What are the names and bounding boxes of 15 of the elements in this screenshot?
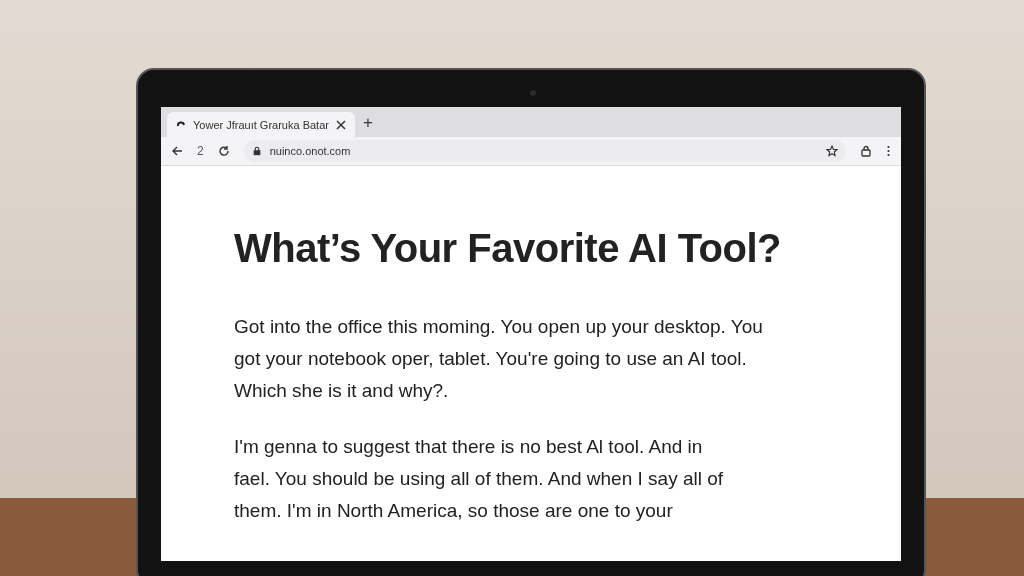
new-tab-button[interactable]: + [362, 113, 373, 131]
back-arrow-icon[interactable] [171, 145, 183, 157]
menu-icon[interactable] [886, 145, 891, 157]
article-paragraph: I'm genna to suggest that there is no best Al tool. And in fael. You should be using all of them. And when I say all of them. I'm in North America, so those are one to your [234, 435, 725, 523]
browser-tab[interactable]: Yower Jfrauıt Graruka Batar [167, 112, 355, 137]
article-paragraph: Got into the office this moming. You open up your desktop. You got your notebook oper, tablet. You're going to use an AI tool. Which she is it and why?. [234, 315, 764, 403]
reload-icon[interactable] [217, 145, 230, 157]
article-title: What’s Your Favorite AI Tool? [234, 226, 782, 271]
lock-icon [251, 146, 262, 156]
lock-icon[interactable] [860, 145, 872, 157]
star-icon[interactable] [826, 145, 838, 157]
close-icon[interactable] [334, 118, 347, 131]
address-field[interactable]: nuinco.onot.com [243, 140, 846, 162]
forward-button[interactable]: 2 [197, 144, 204, 158]
camera-icon [530, 90, 536, 96]
